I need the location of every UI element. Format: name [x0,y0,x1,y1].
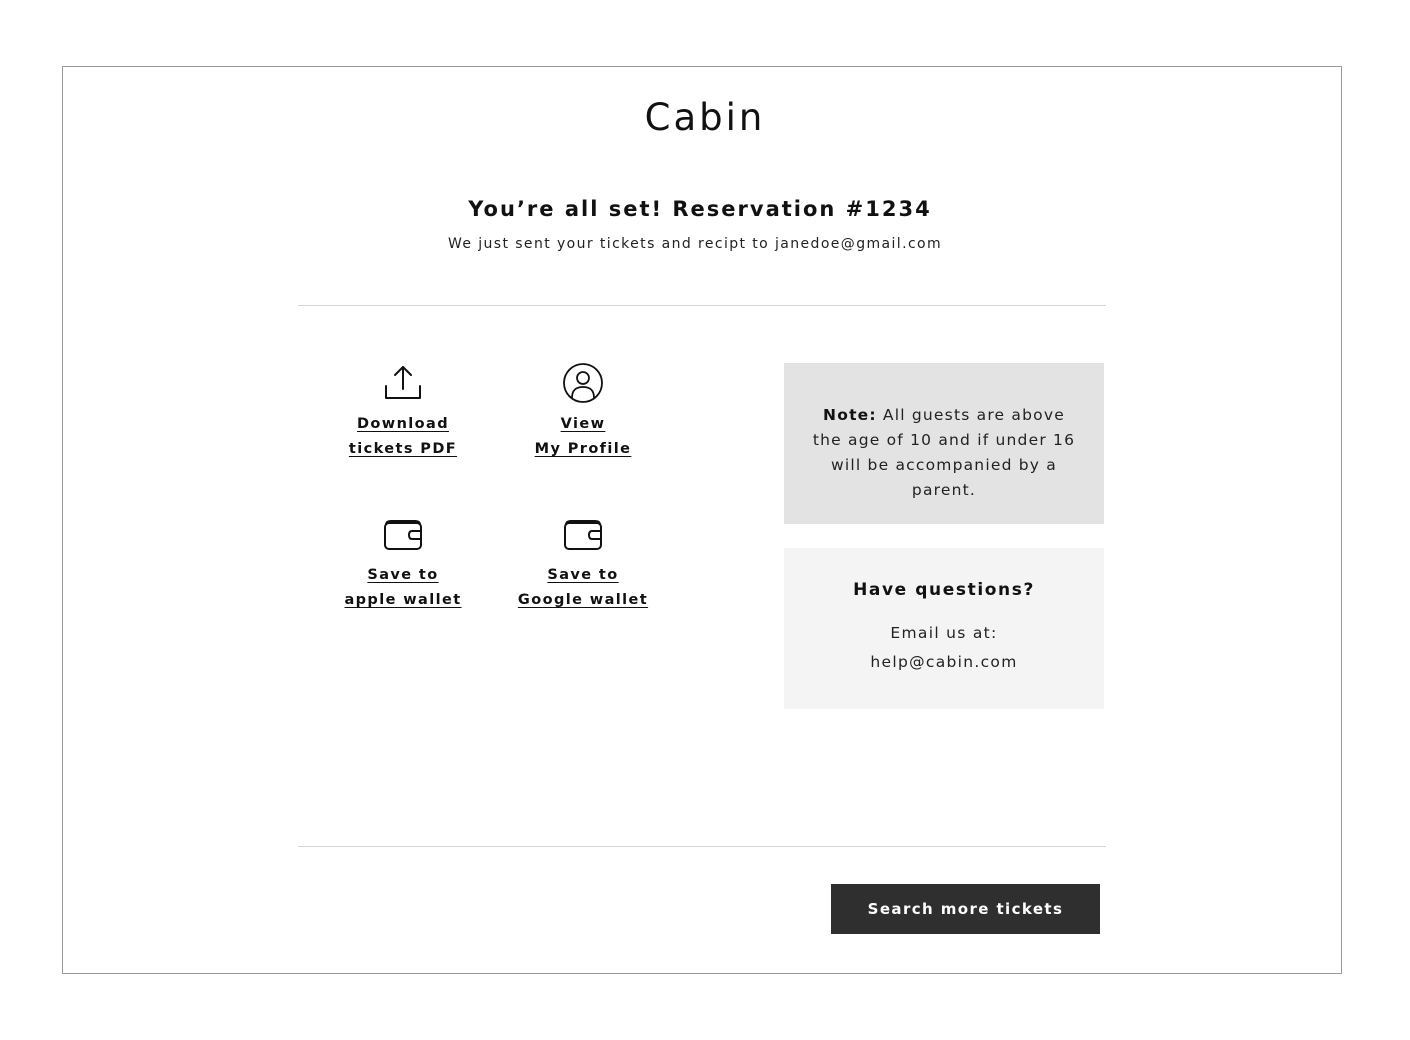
confirmation-subline: We just sent your tickets and recipt to … [447,236,943,252]
profile-label-line1: View [560,416,606,432]
wallet-icon [493,513,673,557]
questions-email-label: Email us at: [890,624,998,642]
apple-wallet-label-line1: Save to [367,567,439,583]
confirmation-headline: You’re all set! Reservation #1234 [468,197,932,221]
apple-wallet-label-line2: apple wallet [344,592,462,608]
user-circle-icon [493,362,673,406]
questions-title: Have questions? [853,580,1035,600]
top-divider [298,305,1106,306]
search-more-tickets-button[interactable]: Search more tickets [831,884,1100,934]
google-wallet-label-line1: Save to [547,567,619,583]
save-google-wallet-link[interactable]: Save to Google wallet [493,513,673,613]
wallet-icon [313,513,493,557]
profile-label-line2: My Profile [534,441,632,457]
view-profile-link[interactable]: View My Profile [493,362,673,462]
google-wallet-label-line2: Google wallet [517,592,649,608]
download-label-line2: tickets PDF [348,441,458,457]
support-email-link[interactable]: help@cabin.com [784,653,1104,671]
guest-note-box: Note: All guests are above the age of 10… [784,363,1104,524]
questions-box: Have questions? Email us at: help@cabin.… [784,548,1104,709]
note-label: Note: [823,406,877,424]
upload-icon [313,362,493,406]
save-apple-wallet-link[interactable]: Save to apple wallet [313,513,493,613]
download-tickets-pdf-link[interactable]: Download tickets PDF [313,362,493,462]
download-label-line1: Download [356,416,449,432]
bottom-divider [298,846,1106,847]
brand-logo[interactable]: Cabin [0,96,1410,139]
